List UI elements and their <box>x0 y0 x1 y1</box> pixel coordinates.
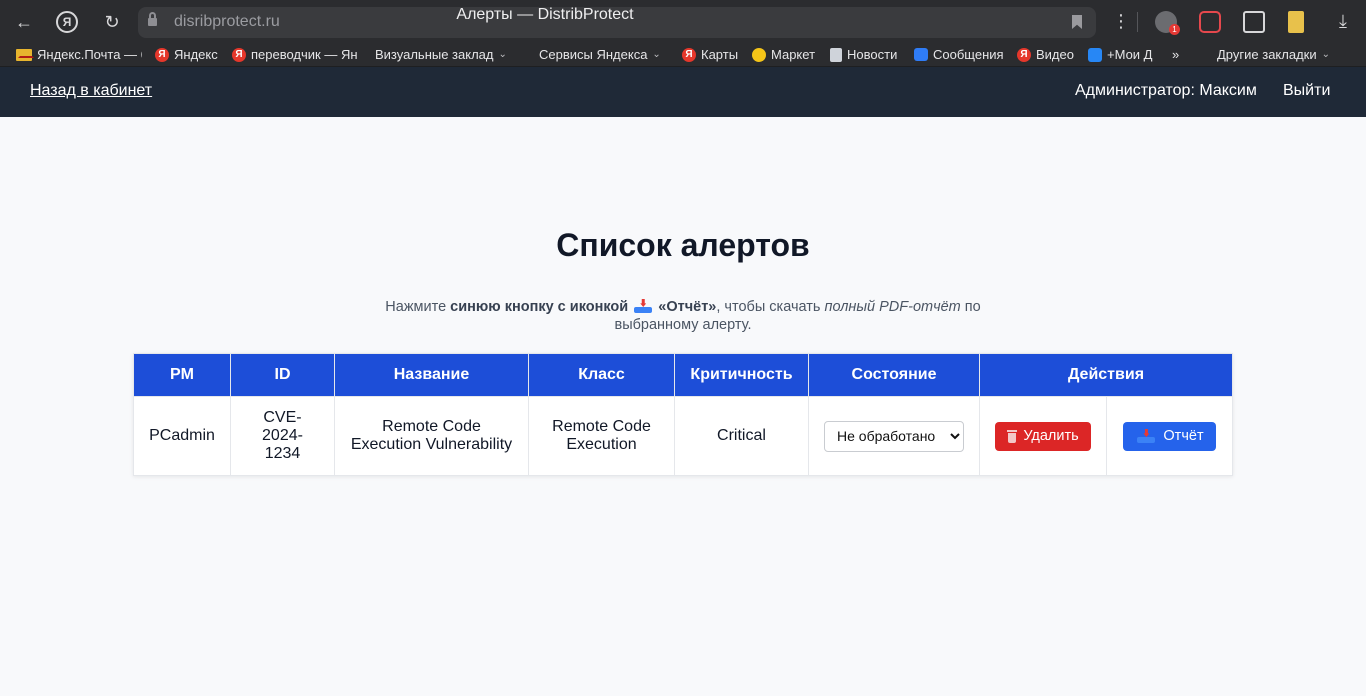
column-header: PM <box>133 353 231 397</box>
yandex-icon: Я <box>232 47 246 62</box>
chevron-down-icon: ⌄ <box>1321 49 1330 60</box>
column-header: Состояние <box>808 353 980 397</box>
mail-icon <box>16 48 32 61</box>
download-report-icon <box>634 299 653 313</box>
logout-link[interactable]: Выйти <box>1283 82 1330 100</box>
bookmark-item[interactable]: Новости <box>830 47 906 62</box>
download-icon[interactable]: ⤓ <box>1332 11 1354 33</box>
app-header: Назад в кабинет Администратор: Максим Вы… <box>0 67 1366 117</box>
bookmark-item[interactable]: Я Карты <box>682 47 742 62</box>
cell-severity: Critical <box>674 396 809 476</box>
bookmark-item[interactable]: Я Видео <box>1017 47 1079 62</box>
bookmark-item[interactable]: Сообщения <box>914 47 1008 62</box>
delete-button[interactable]: Удалить <box>995 421 1091 451</box>
yandex-icon: Я <box>155 47 169 62</box>
bookmark-item[interactable]: Яндекс.Почта — б <box>16 47 142 62</box>
bookmark-folder[interactable]: Визуальные заклад ⌄ <box>375 47 520 62</box>
market-icon <box>752 47 766 62</box>
menu-dots-icon[interactable]: ⋮ <box>1110 11 1132 33</box>
tab-title: Алерты — DistribProtect <box>456 6 634 23</box>
badge-count: 1 <box>1169 24 1180 35</box>
column-header: Класс <box>528 353 675 397</box>
table-header-row: PM ID Название Класс Критичность Состоян… <box>133 353 1233 397</box>
admin-name: Администратор: Максим <box>1075 82 1257 99</box>
page-title: Список алертов <box>556 227 810 263</box>
cell-name: Remote Code Execution Vulnerability <box>334 396 529 476</box>
browser-toolbar: ← Я ↻ disribprotect.ru Алерты — DistribP… <box>0 0 1366 44</box>
chevron-down-icon: ⌄ <box>652 49 661 60</box>
bookmarks-bar: Яндекс.Почта — б Я Яндекс Япереводчик — Я… <box>0 44 1366 67</box>
yandex-icon: Я <box>682 47 696 62</box>
extension-icon[interactable]: 1 <box>1155 11 1180 35</box>
cell-id: CVE-2024-1234 <box>230 396 335 476</box>
cell-pm: PCadmin <box>133 396 231 476</box>
yandex-icon: Я <box>1017 47 1031 62</box>
vk-icon <box>1088 47 1102 62</box>
table-row: PCadmin CVE-2024-1234 Remote Code Execut… <box>133 396 1233 476</box>
report-button[interactable]: Отчёт <box>1123 421 1216 451</box>
cell-state: Не обработано <box>808 396 980 476</box>
other-bookmarks-folder[interactable]: Другие закладки ⌄ <box>1217 47 1330 62</box>
chevron-down-icon: ⌄ <box>498 49 507 60</box>
messages-icon <box>914 48 928 61</box>
toolbar-divider <box>1137 12 1138 32</box>
cell-report: Отчёт <box>1106 396 1233 476</box>
bookmark-item[interactable]: Маркет <box>752 47 822 62</box>
alerts-table: PM ID Название Класс Критичность Состоян… <box>133 353 1233 476</box>
bookmark-item[interactable]: Я Яндекс <box>155 47 221 62</box>
bookmark-folder[interactable]: Сервисы Яндекса ⌄ <box>539 47 664 62</box>
trash-icon <box>1007 429 1018 443</box>
bookmark-item[interactable]: +Мои Д <box>1088 47 1158 62</box>
notes-icon[interactable] <box>1288 11 1304 33</box>
download-report-icon <box>1137 429 1156 443</box>
column-header: Название <box>334 353 529 397</box>
hint-text: Нажмите синюю кнопку с иконкой «Отчёт», … <box>385 299 981 333</box>
collections-icon[interactable] <box>1243 11 1265 33</box>
cell-class: Remote Code Execution <box>528 396 675 476</box>
column-header: Критичность <box>674 353 809 397</box>
column-header: Действия <box>979 353 1233 397</box>
news-icon <box>830 47 842 62</box>
state-select[interactable]: Не обработано <box>824 420 964 452</box>
column-header: ID <box>230 353 335 397</box>
more-bookmarks-button[interactable]: » <box>1172 47 1179 62</box>
back-to-cabinet-link[interactable]: Назад в кабинет <box>30 82 152 100</box>
pocket-icon[interactable] <box>1199 11 1221 33</box>
bookmark-item[interactable]: Япереводчик — Ян <box>232 47 358 62</box>
cell-delete: Удалить <box>979 396 1107 476</box>
